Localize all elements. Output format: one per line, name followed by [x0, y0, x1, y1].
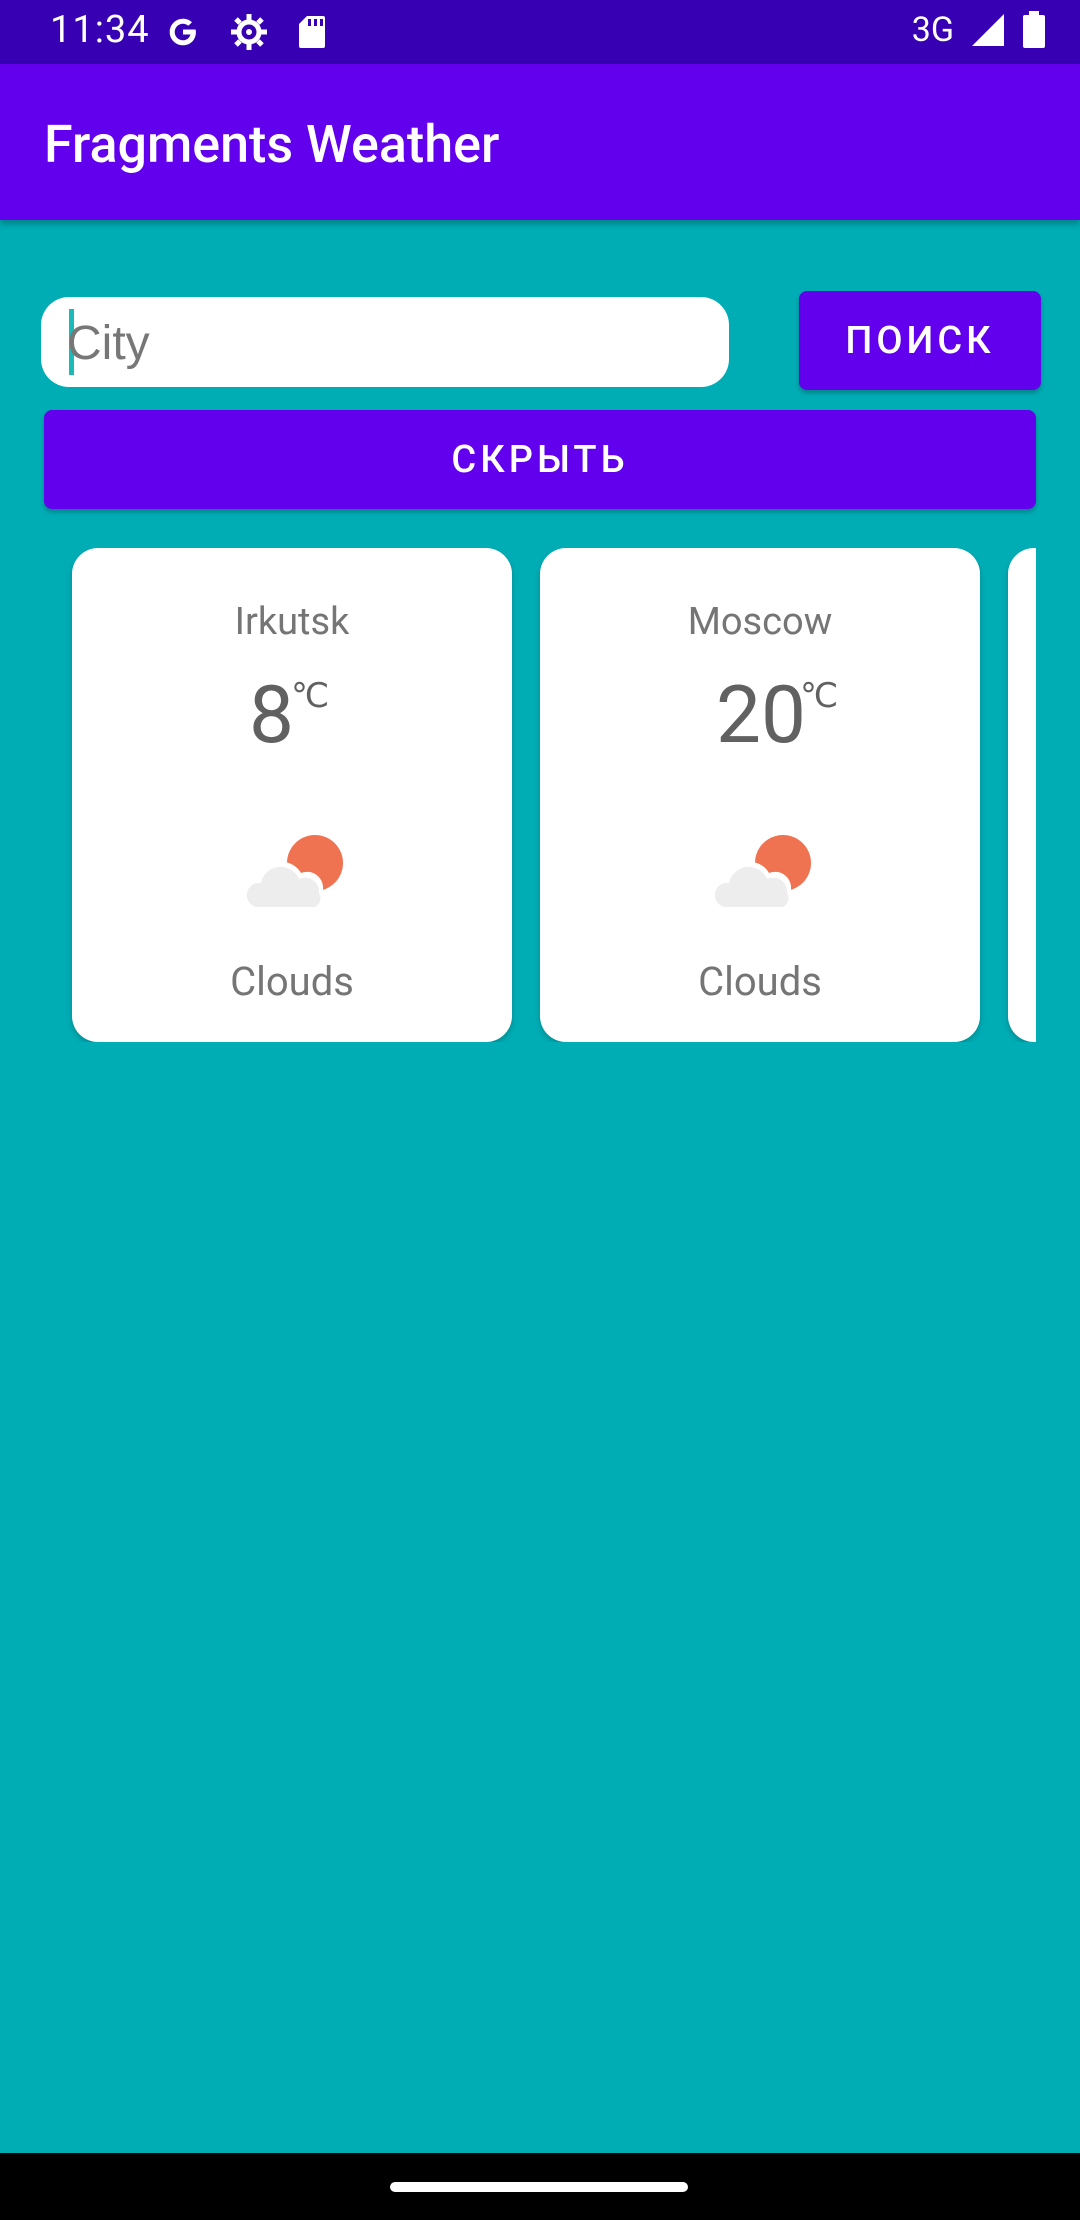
- card-temperature-unit: ℃: [291, 676, 330, 716]
- home-gesture-handle[interactable]: [390, 2182, 688, 2192]
- status-icons-left: [165, 12, 327, 52]
- cloud-sun-icon: [246, 835, 343, 907]
- card-description: Clouds: [230, 958, 354, 1005]
- app-title: Fragments Weather: [44, 114, 500, 175]
- card-city: Moscow: [687, 600, 833, 644]
- google-icon: [169, 18, 196, 46]
- hide-button[interactable]: СКРЫТЬ: [44, 410, 1036, 509]
- card-temperature-unit: ℃: [800, 676, 839, 716]
- status-icons-right: 3G: [912, 10, 1046, 50]
- signal-icon: [972, 14, 1004, 46]
- battery-icon: [1023, 11, 1045, 48]
- card-temperature: 8: [249, 668, 294, 762]
- app-bar: Fragments Weather: [0, 64, 1080, 220]
- settings-gear-icon: [231, 14, 267, 50]
- city-search-field[interactable]: [41, 297, 729, 387]
- weather-card-partial[interactable]: [1008, 548, 1036, 1042]
- card-city: Irkutsk: [234, 600, 350, 644]
- network-type: 3G: [911, 10, 954, 50]
- weather-card[interactable]: Moscow 20 ℃ Clouds: [540, 548, 980, 1042]
- weather-card-list[interactable]: Irkutsk 8 ℃ Clouds Moscow 20 ℃ Clouds: [0, 548, 1036, 1042]
- card-temperature: 20: [716, 668, 806, 762]
- weather-card[interactable]: Irkutsk 8 ℃ Clouds: [72, 548, 512, 1042]
- status-time: 11:34: [50, 8, 150, 52]
- sd-card-icon: [299, 16, 325, 48]
- city-input[interactable]: [65, 305, 709, 381]
- cloud-sun-icon: [714, 835, 811, 907]
- card-description: Clouds: [698, 958, 822, 1005]
- search-button[interactable]: ПОИСК: [799, 291, 1041, 390]
- status-bar: 11:34 3G: [0, 0, 1080, 64]
